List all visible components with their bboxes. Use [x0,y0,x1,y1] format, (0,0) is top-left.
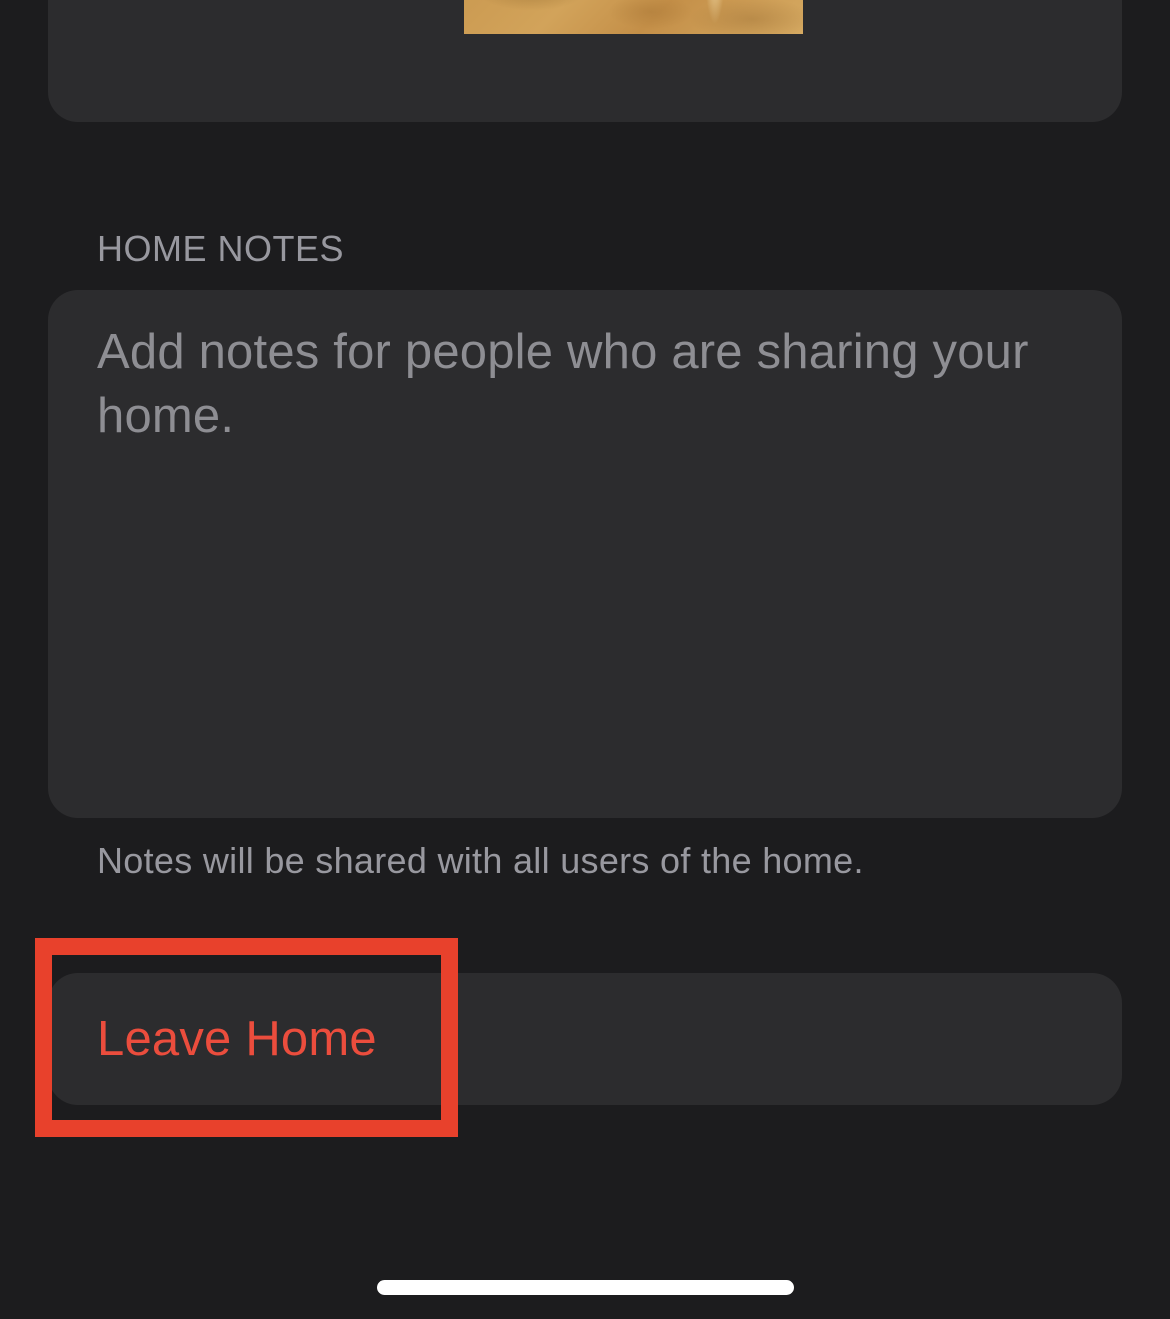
leave-home-button[interactable]: Leave Home [48,973,1122,1105]
leave-home-label: Leave Home [97,1012,377,1066]
wallpaper-card [48,0,1122,122]
home-notes-textarea[interactable]: Add notes for people who are sharing you… [48,290,1122,818]
home-notes-placeholder: Add notes for people who are sharing you… [97,325,1029,443]
home-notes-header: HOME NOTES [97,228,345,269]
wallpaper-image[interactable] [464,0,803,34]
home-indicator[interactable] [377,1280,794,1295]
home-notes-footer: Notes will be shared with all users of t… [97,840,864,881]
